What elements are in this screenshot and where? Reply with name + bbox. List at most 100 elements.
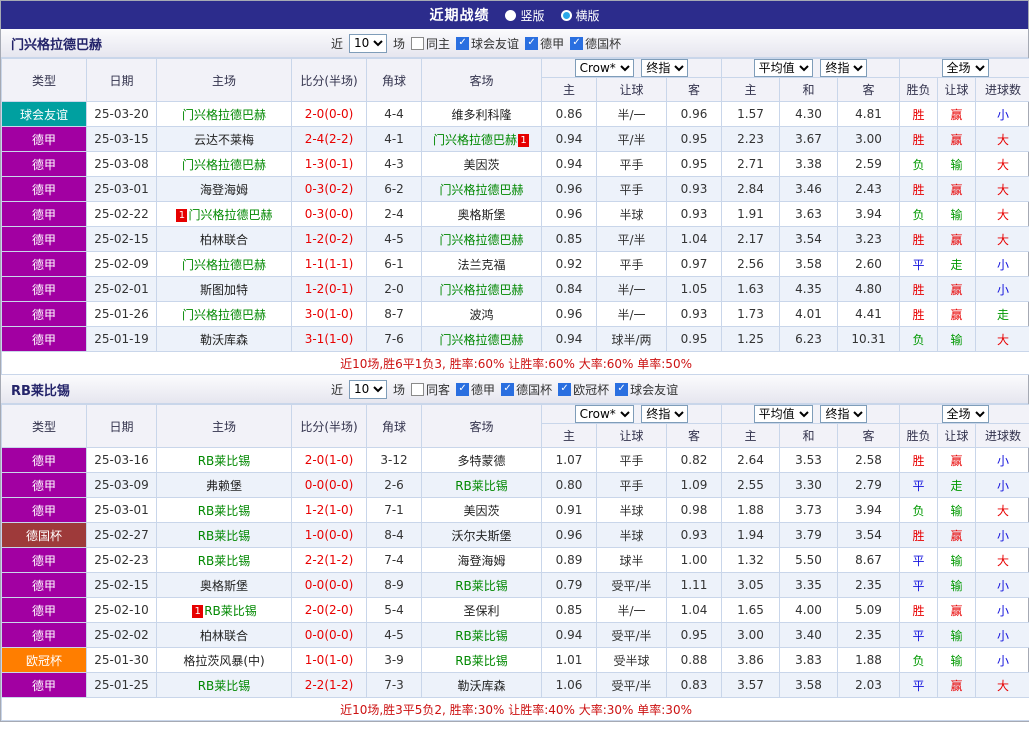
unchecked-checkbox-icon[interactable] — [411, 382, 425, 396]
team-name[interactable]: 美因茨 — [463, 504, 499, 518]
team-name[interactable]: RB莱比锡 — [204, 604, 257, 618]
score-cell[interactable]: 2-0(0-0) — [291, 101, 367, 127]
avg-source-select[interactable]: 平均值 — [753, 405, 813, 423]
team-name[interactable]: 勒沃库森 — [200, 333, 248, 347]
competition-cell[interactable]: 德甲 — [1, 176, 87, 202]
team-name[interactable]: 门兴格拉德巴赫 — [439, 283, 523, 297]
avg-source-select[interactable]: 平均值 — [753, 59, 813, 77]
competition-cell[interactable]: 德甲 — [1, 201, 87, 227]
checked-checkbox-icon[interactable]: ✓ — [570, 36, 584, 50]
team-name[interactable]: 圣保利 — [463, 604, 499, 618]
team-name[interactable]: 维多利科隆 — [451, 108, 511, 122]
competition-cell[interactable]: 德甲 — [1, 301, 87, 327]
team-name[interactable]: 门兴格拉德巴赫 — [182, 258, 266, 272]
score-cell[interactable]: 0-0(0-0) — [291, 622, 367, 648]
avg-stage-select[interactable]: 终指 — [820, 59, 868, 77]
odds-stage-select[interactable]: 终指 — [641, 405, 689, 423]
team-name[interactable]: 法兰克福 — [457, 258, 505, 272]
team-name[interactable]: 海登海姆 — [200, 183, 248, 197]
competition-cell[interactable]: 德甲 — [1, 126, 87, 152]
competition-cell[interactable]: 德国杯 — [1, 522, 87, 548]
team-name[interactable]: RB莱比锡 — [198, 679, 251, 693]
avg-stage-select[interactable]: 终指 — [820, 405, 868, 423]
filter-checkbox[interactable]: ✓ 球会友谊 — [615, 381, 678, 398]
competition-cell[interactable]: 球会友谊 — [1, 101, 87, 127]
filter-checkbox[interactable]: ✓ 德国杯 — [570, 35, 621, 52]
score-cell[interactable]: 0-3(0-0) — [291, 201, 367, 227]
team-name[interactable]: RB莱比锡 — [198, 529, 251, 543]
score-cell[interactable]: 1-2(0-1) — [291, 276, 367, 302]
filter-checkbox[interactable]: ✓ 德甲 — [525, 35, 564, 52]
score-cell[interactable]: 0-3(0-2) — [291, 176, 367, 202]
score-cell[interactable]: 1-0(1-0) — [291, 647, 367, 673]
score-cell[interactable]: 1-3(0-1) — [291, 151, 367, 177]
checked-checkbox-icon[interactable]: ✓ — [615, 382, 629, 396]
competition-cell[interactable]: 德甲 — [1, 597, 87, 623]
match-count-select[interactable]: 10 — [349, 33, 388, 53]
unchecked-checkbox-icon[interactable] — [411, 36, 425, 50]
checked-checkbox-icon[interactable]: ✓ — [558, 382, 572, 396]
scope-select[interactable]: 全场 — [941, 59, 989, 77]
checked-checkbox-icon[interactable]: ✓ — [501, 382, 515, 396]
team-name[interactable]: 门兴格拉德巴赫 — [439, 183, 523, 197]
competition-cell[interactable]: 德甲 — [1, 547, 87, 573]
filter-checkbox[interactable]: 同主 — [411, 35, 450, 52]
team-name[interactable]: 沃尔夫斯堡 — [451, 529, 511, 543]
score-cell[interactable]: 2-4(2-2) — [291, 126, 367, 152]
competition-cell[interactable]: 德甲 — [1, 251, 87, 277]
competition-cell[interactable]: 欧冠杯 — [1, 647, 87, 673]
competition-cell[interactable]: 德甲 — [1, 226, 87, 252]
checked-checkbox-icon[interactable]: ✓ — [456, 382, 470, 396]
odds-source-select[interactable]: Crow* — [574, 405, 634, 423]
team-name[interactable]: 柏林联合 — [200, 233, 248, 247]
team-name[interactable]: RB莱比锡 — [455, 579, 508, 593]
team-name[interactable]: RB莱比锡 — [198, 554, 251, 568]
team-name[interactable]: 门兴格拉德巴赫 — [433, 133, 517, 147]
match-count-select[interactable]: 10 — [349, 379, 388, 399]
filter-checkbox[interactable]: ✓ 德国杯 — [501, 381, 552, 398]
team-name[interactable]: 勒沃库森 — [457, 679, 505, 693]
score-cell[interactable]: 3-1(1-0) — [291, 326, 367, 352]
team-name[interactable]: 多特蒙德 — [457, 454, 505, 468]
team-name[interactable]: 云达不莱梅 — [194, 133, 254, 147]
score-cell[interactable]: 3-0(1-0) — [291, 301, 367, 327]
competition-cell[interactable]: 德甲 — [1, 472, 87, 498]
score-cell[interactable]: 0-0(0-0) — [291, 472, 367, 498]
team-name[interactable]: 门兴格拉德巴赫 — [188, 208, 272, 222]
odds-source-select[interactable]: Crow* — [574, 59, 634, 77]
team-name[interactable]: 斯图加特 — [200, 283, 248, 297]
team-name[interactable]: RB莱比锡 — [455, 629, 508, 643]
team-name[interactable]: RB莱比锡 — [198, 504, 251, 518]
scope-select[interactable]: 全场 — [941, 405, 989, 423]
team-name[interactable]: 弗赖堡 — [206, 479, 242, 493]
radio-vertical-layout[interactable]: 竖版 — [505, 7, 545, 24]
filter-checkbox[interactable]: ✓ 欧冠杯 — [558, 381, 609, 398]
filter-checkbox[interactable]: ✓ 球会友谊 — [456, 35, 519, 52]
score-cell[interactable]: 2-0(2-0) — [291, 597, 367, 623]
team-name[interactable]: 奥格斯堡 — [457, 208, 505, 222]
competition-cell[interactable]: 德甲 — [1, 447, 87, 473]
team-name[interactable]: 门兴格拉德巴赫 — [439, 333, 523, 347]
score-cell[interactable]: 1-0(0-0) — [291, 522, 367, 548]
team-name[interactable]: 海登海姆 — [457, 554, 505, 568]
team-name[interactable]: RB莱比锡 — [198, 454, 251, 468]
team-name[interactable]: 美因茨 — [463, 158, 499, 172]
team-name[interactable]: RB莱比锡 — [455, 654, 508, 668]
odds-stage-select[interactable]: 终指 — [641, 59, 689, 77]
checked-checkbox-icon[interactable]: ✓ — [525, 36, 539, 50]
competition-cell[interactable]: 德甲 — [1, 572, 87, 598]
team-name[interactable]: 门兴格拉德巴赫 — [182, 308, 266, 322]
team-name[interactable]: 格拉茨风暴(中) — [183, 654, 264, 668]
score-cell[interactable]: 1-2(1-0) — [291, 497, 367, 523]
score-cell[interactable]: 2-2(1-2) — [291, 547, 367, 573]
filter-checkbox[interactable]: 同客 — [411, 381, 450, 398]
score-cell[interactable]: 2-0(1-0) — [291, 447, 367, 473]
team-name[interactable]: 门兴格拉德巴赫 — [182, 158, 266, 172]
team-name[interactable]: 门兴格拉德巴赫 — [439, 233, 523, 247]
score-cell[interactable]: 0-0(0-0) — [291, 572, 367, 598]
team-name[interactable]: 波鸿 — [469, 308, 493, 322]
score-cell[interactable]: 1-1(1-1) — [291, 251, 367, 277]
competition-cell[interactable]: 德甲 — [1, 622, 87, 648]
score-cell[interactable]: 2-2(1-2) — [291, 672, 367, 698]
radio-horizontal-layout[interactable]: 横版 — [560, 7, 600, 24]
